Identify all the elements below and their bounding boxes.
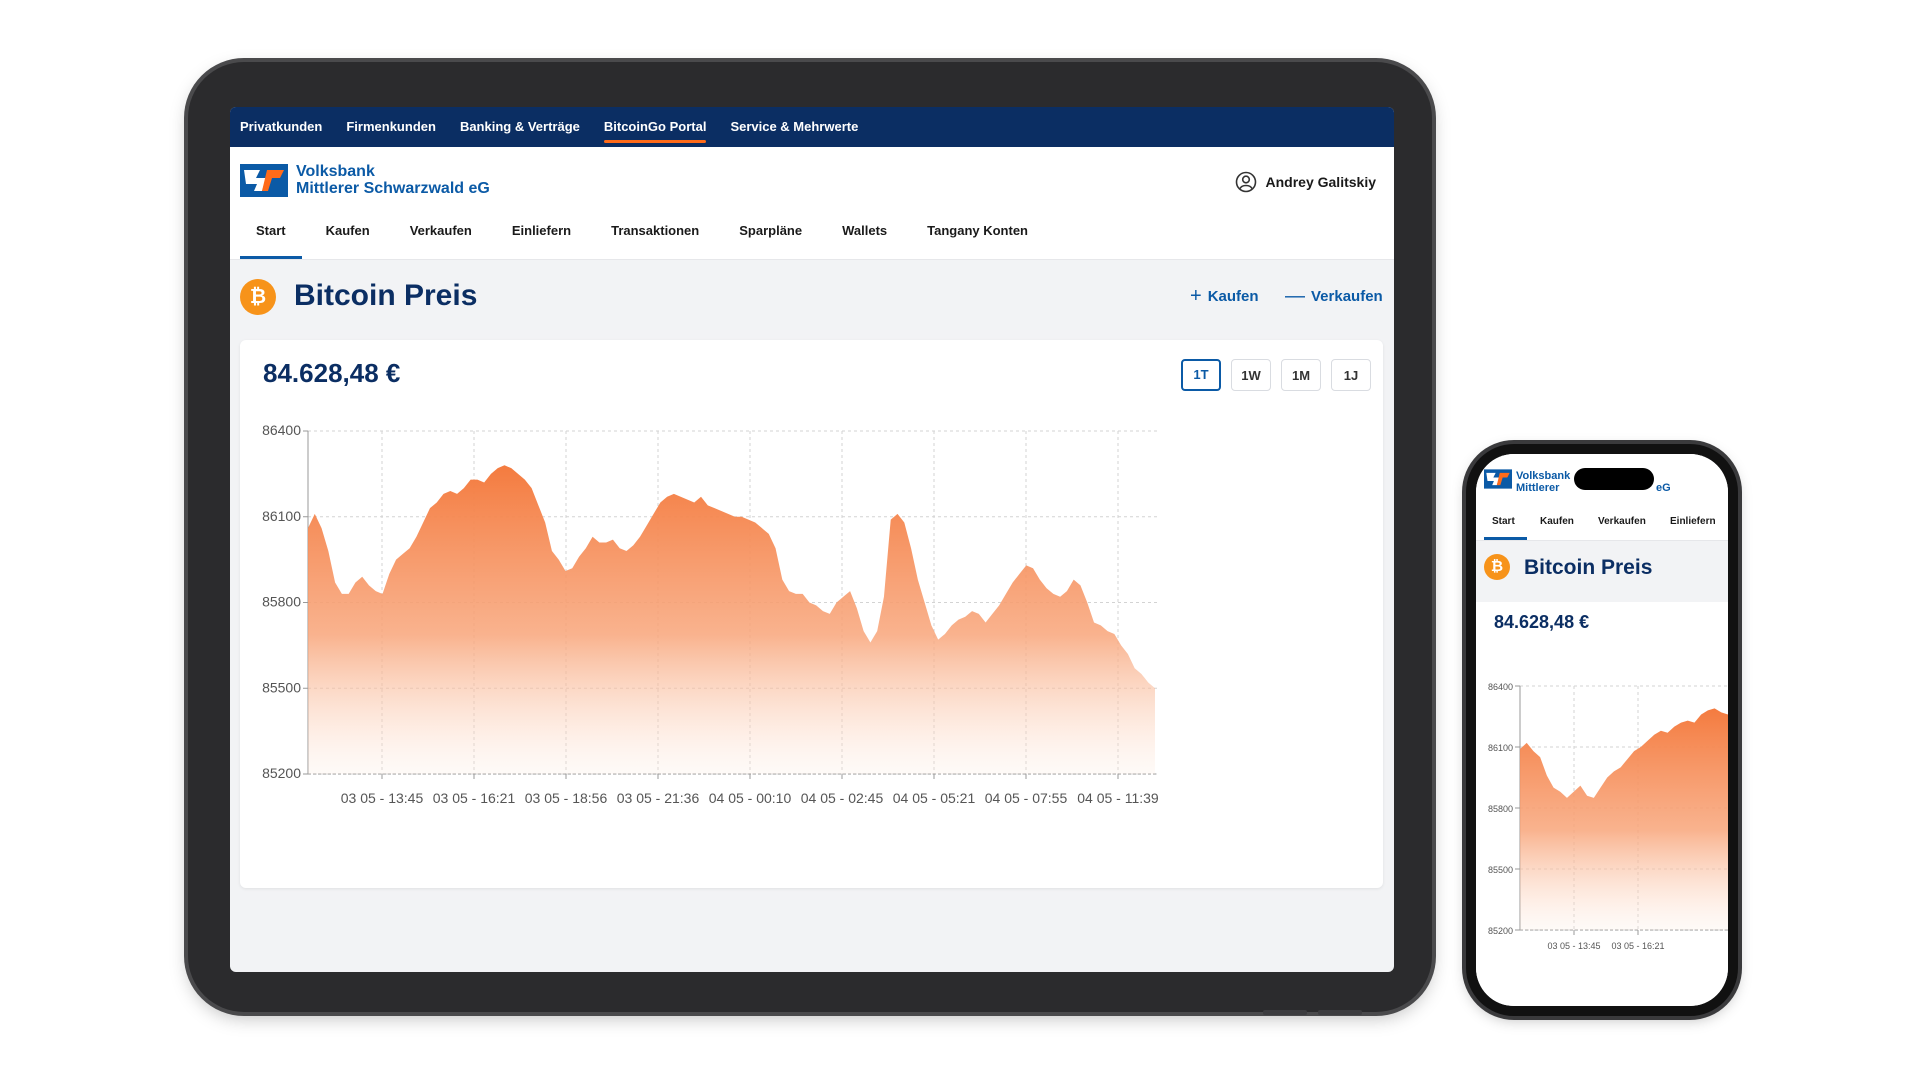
phone-page-title: Bitcoin Preis [1524, 556, 1653, 579]
brand-bar: Volksbank Mittlerer Schwarzwald eG Andre… [230, 147, 1394, 213]
phone-screen: Volksbank Mittlerer eG Start Kaufen Verk… [1476, 454, 1728, 1006]
topnav-item-banking[interactable]: Banking & Verträge [460, 107, 580, 147]
top-navigation: Privatkunden Firmenkunden Banking & Vert… [230, 107, 1394, 147]
phone-tab-verkaufen[interactable]: Verkaufen [1598, 516, 1646, 527]
tab-einliefern[interactable]: Einliefern [496, 213, 587, 259]
topnav-item-service[interactable]: Service & Mehrwerte [730, 107, 858, 147]
tab-start[interactable]: Start [240, 213, 302, 259]
x-tick-label: 04 05 - 00:10 [709, 790, 792, 806]
phone-device: Volksbank Mittlerer eG Start Kaufen Verk… [1466, 444, 1738, 1016]
y-tick-label: 86400 [1488, 682, 1513, 692]
page-title: Bitcoin Preis [294, 279, 478, 312]
page-header: ₿ Bitcoin Preis + Kaufen — Verkaufen [230, 260, 1394, 334]
phone-bank-name-suffix: eG [1656, 482, 1671, 494]
phone-bank-name-line1: Volksbank [1516, 470, 1571, 482]
y-tick-label: 85800 [1488, 804, 1513, 814]
topnav-item-firmenkunden[interactable]: Firmenkunden [346, 107, 436, 147]
bitcoin-price-chart[interactable]: 86400 86100 85800 85500 85200 03 05 - 13:45 03… [240, 340, 1383, 888]
x-tick-label: 03 05 - 13:45 [1547, 941, 1600, 951]
x-tick-label: 03 05 - 21:36 [617, 790, 700, 806]
sell-button[interactable]: — Verkaufen [1285, 285, 1383, 308]
user-circle-icon [1235, 171, 1256, 193]
y-tick-label: 85200 [262, 765, 301, 781]
phone-sub-navigation: Start Kaufen Verkaufen Einliefern [1476, 508, 1728, 541]
phone-bitcoin-price-chart[interactable]: 86400 86100 85800 85500 85200 03 05 - 13:45 03… [1476, 602, 1728, 1006]
user-menu[interactable]: Andrey Galitskiy [1235, 171, 1377, 193]
bitcoin-icon: ₿ [1484, 554, 1510, 580]
volksbank-logo-icon[interactable] [1484, 469, 1512, 489]
bank-name-line1: Volksbank [296, 163, 375, 180]
y-tick-label: 85200 [1488, 926, 1513, 936]
y-tick-label: 85800 [262, 594, 301, 610]
phone-tab-active-indicator [1484, 537, 1527, 540]
phone-tab-einliefern[interactable]: Einliefern [1670, 516, 1716, 527]
phone-tab-kaufen[interactable]: Kaufen [1540, 516, 1574, 527]
tablet-volume-button [1318, 1010, 1362, 1015]
tab-wallets[interactable]: Wallets [826, 213, 903, 259]
x-tick-label: 03 05 - 13:45 [341, 790, 424, 806]
x-tick-label: 03 05 - 16:21 [1611, 941, 1664, 951]
buy-button-label: Kaufen [1207, 288, 1259, 305]
x-tick-label: 04 05 - 11:39 [1077, 790, 1159, 806]
tab-transaktionen[interactable]: Transaktionen [595, 213, 715, 259]
bank-logo[interactable]: Volksbank Mittlerer Schwarzwald eG [240, 163, 490, 197]
y-tick-label: 85500 [1488, 865, 1513, 875]
sell-button-label: Verkaufen [1311, 288, 1383, 305]
phone-tab-start[interactable]: Start [1492, 516, 1515, 527]
x-tick-label: 03 05 - 16:21 [433, 790, 516, 806]
x-tick-label: 04 05 - 05:21 [893, 790, 976, 806]
y-tick-label: 86100 [1488, 743, 1513, 753]
bank-name: Volksbank Mittlerer Schwarzwald eG [296, 163, 490, 197]
user-name: Andrey Galitskiy [1265, 174, 1377, 190]
phone-price-chart-card: 84.628,48 € 86400 86100 85800 85500 85200 03 … [1476, 602, 1728, 1006]
tab-kaufen[interactable]: Kaufen [310, 213, 386, 259]
volksbank-logo-icon [240, 163, 288, 197]
price-area-series [1520, 708, 1728, 930]
topnav-item-bitcoingo-portal[interactable]: BitcoinGo Portal [603, 107, 706, 147]
x-tick-label: 04 05 - 07:55 [985, 790, 1068, 806]
tab-tangany-konten[interactable]: Tangany Konten [911, 213, 1044, 259]
x-tick-label: 04 05 - 02:45 [801, 790, 884, 806]
y-tick-label: 86100 [262, 508, 301, 524]
buy-button[interactable]: + Kaufen [1190, 285, 1259, 308]
tablet-screen: Privatkunden Firmenkunden Banking & Vert… [230, 107, 1394, 972]
price-chart-card: 84.628,48 € 1T 1W 1M 1J 86400 86100 85800 8… [240, 340, 1383, 888]
tablet-device: Privatkunden Firmenkunden Banking & Vert… [188, 62, 1432, 1015]
tab-sparplaene[interactable]: Sparpläne [723, 213, 818, 259]
bank-name-line2: Mittlerer Schwarzwald eG [296, 180, 490, 197]
x-tick-label: 03 05 - 18:56 [525, 790, 608, 806]
plus-icon: + [1190, 285, 1202, 307]
y-tick-label: 85500 [262, 679, 301, 695]
sub-navigation: Start Kaufen Verkaufen Einliefern Transa… [230, 213, 1394, 260]
minus-icon: — [1285, 285, 1305, 307]
topnav-item-privatkunden[interactable]: Privatkunden [240, 107, 322, 147]
phone-bank-name: Volksbank Mittlerer [1516, 470, 1570, 494]
tablet-volume-button [1263, 1010, 1307, 1015]
y-tick-label: 86400 [262, 422, 301, 438]
bitcoin-icon: ₿ [240, 279, 276, 315]
dynamic-island [1574, 468, 1654, 490]
tab-verkaufen[interactable]: Verkaufen [394, 213, 488, 259]
price-area-series [308, 465, 1155, 774]
phone-bank-name-line2: Mittlerer [1516, 482, 1560, 494]
